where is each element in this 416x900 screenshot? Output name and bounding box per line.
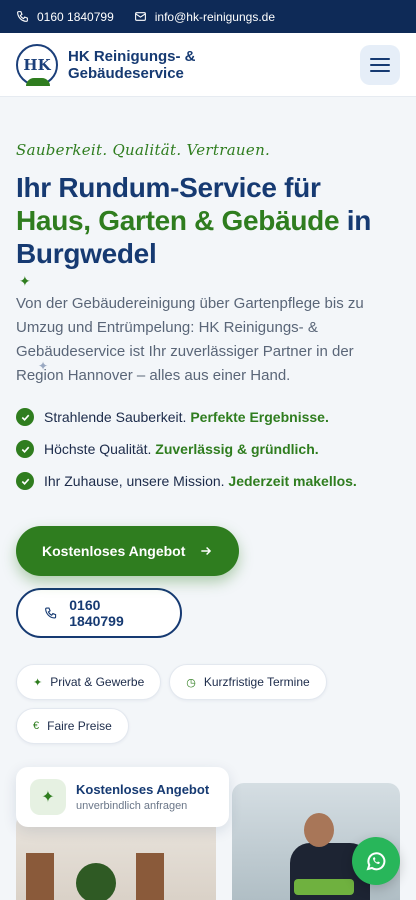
plant-image [76,863,116,900]
chip-short-notice: ◷ Kurzfristige Termine [169,664,327,700]
chip-fair-prices: € Faire Preise [16,708,129,744]
sparkle-icon: ✦ [30,779,66,815]
brand-name-line1: HK Reinigungs- & [68,47,196,65]
hamburger-menu-button[interactable] [360,44,400,85]
feature-main: Höchste Qualität. [44,441,152,457]
worker-head [304,813,334,847]
topbar-phone-link[interactable]: 0160 1840799 [16,10,114,24]
free-quote-button[interactable]: Kostenloses Angebot [16,526,240,576]
euro-icon: € [33,720,40,732]
headline-part1: Ihr Rundum-Service für [16,172,321,203]
headline-location: Burgwedel [16,238,157,269]
check-circle-icon [16,440,34,458]
sparkle-icon: ✦ [33,676,43,689]
wood-panel [136,853,164,900]
call-phone-label: 0160 1840799 [69,597,124,629]
brand-home-link[interactable]: HK HK Reinigungs- & Gebäudeservice [16,43,196,86]
phone-icon [17,11,28,22]
logo-monogram: HK [23,55,51,74]
site-header: HK HK Reinigungs- & Gebäudeservice [0,33,416,97]
feature-item: Strahlende Sauberkeit. Perfekte Ergebnis… [16,408,400,426]
brand-name-line2: Gebäudeservice [68,64,184,82]
feature-emphasis: Jederzeit makellos. [228,473,357,489]
clock-icon: ◷ [186,676,196,689]
phone-icon [45,607,57,619]
free-quote-label: Kostenloses Angebot [42,543,186,559]
company-logo: HK [16,43,58,86]
headline-highlight: Haus, Garten & Gebäude [16,205,340,236]
free-quote-card[interactable]: ✦ Kostenloses Angebot unverbindlich anfr… [16,767,229,827]
feature-emphasis: Zuverlässig & gründlich. [155,441,319,457]
wood-panel [26,853,54,900]
hero-tagline: Sauberkeit. Qualität. Vertrauen. [16,141,271,159]
offer-card-title: Kostenloses Angebot [76,782,210,797]
feature-list: Strahlende Sauberkeit. Perfekte Ergebnis… [16,408,400,490]
topbar-email-text: info@hk-reinigungs.de [154,9,276,24]
brand-name: HK Reinigungs- & Gebäudeservice [68,48,196,82]
topbar-phone-text: 0160 1840799 [37,9,114,24]
feature-item: Ihr Zuhause, unsere Mission. Jederzeit m… [16,472,400,490]
benefit-chips: ✦ Privat & Gewerbe ◷ Kurzfristige Termin… [16,664,400,744]
logo-leaf-decoration [26,77,50,86]
menu-icon-bar [370,69,390,72]
feature-item: Höchste Qualität. Zuverlässig & gründlic… [16,440,400,458]
mail-icon [134,12,146,21]
sparkle-icon: ✦ [38,359,49,373]
topbar-email-link[interactable]: info@hk-reinigungs.de [134,10,275,24]
feature-text: Strahlende Sauberkeit. Perfekte Ergebnis… [44,409,329,425]
feature-text: Ihr Zuhause, unsere Mission. Jederzeit m… [44,473,357,489]
hero-intro-text: Von der Gebäudereinigung über Gartenpfle… [16,295,364,384]
chip-label: Privat & Gewerbe [50,675,145,689]
feature-emphasis: Perfekte Ergebnisse. [190,409,329,425]
offer-card-subtitle: unverbindlich anfragen [76,800,188,812]
call-phone-button[interactable]: 0160 1840799 [16,588,182,638]
chip-label: Faire Preise [47,719,112,733]
top-contact-bar: 0160 1840799 info@hk-reinigungs.de [0,0,416,33]
whatsapp-icon [366,852,386,871]
cleaning-machine [294,879,354,895]
chip-label: Kurzfristige Termine [203,675,310,689]
arrow-right-icon [201,546,212,556]
menu-icon-bar [370,63,390,66]
chip-private-business: ✦ Privat & Gewerbe [16,664,162,700]
feature-main: Strahlende Sauberkeit. [44,409,187,425]
offer-card-text: Kostenloses Angebot unverbindlich anfrag… [76,782,209,812]
sparkle-icon: ✦ [19,273,31,289]
check-circle-icon [16,408,34,426]
feature-text: Höchste Qualität. Zuverlässig & gründlic… [44,441,319,457]
hero-section: ✦ ✦ Sauberkeit. Qualität. Vertrauen. Ihr… [0,97,416,744]
feature-main: Ihr Zuhause, unsere Mission. [44,473,225,489]
headline-part2: in [346,205,372,236]
hero-headline: Ihr Rundum-Service für Haus, Garten & Ge… [16,171,400,270]
whatsapp-chat-button[interactable] [352,837,400,885]
check-circle-icon [16,472,34,490]
menu-icon-bar [370,57,390,60]
